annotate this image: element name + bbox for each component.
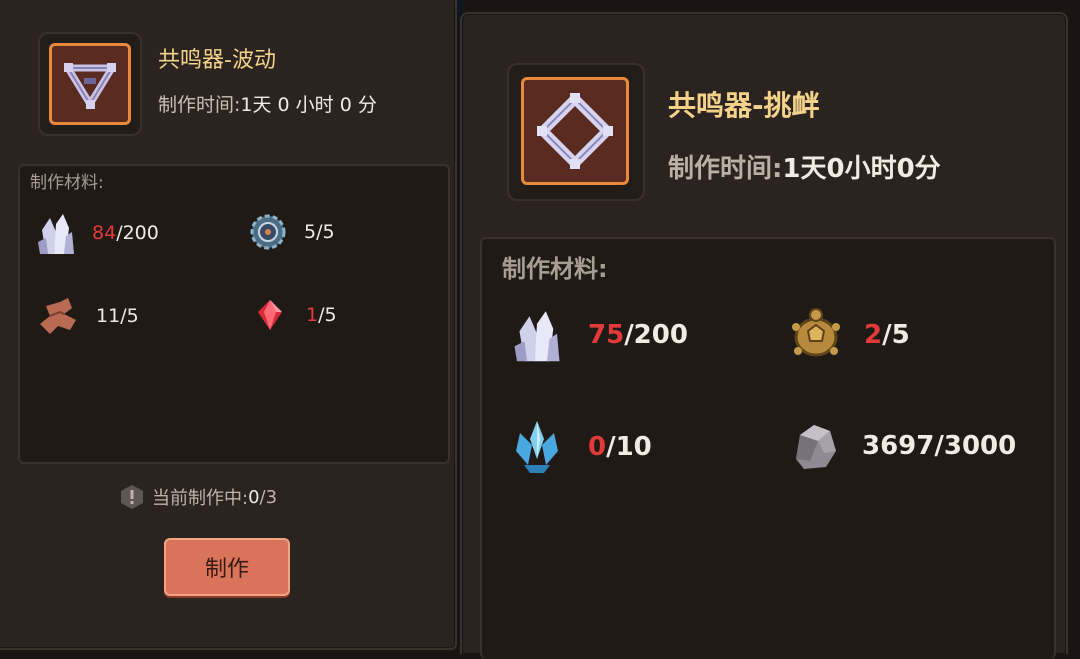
material-slot[interactable]: 0/10 — [510, 419, 652, 475]
gear-core-icon — [250, 214, 286, 250]
material-count: 3697/3000 — [862, 431, 1017, 461]
craft-time-value: 1天 0 小时 0 分 — [240, 94, 377, 116]
stone-ore-icon — [796, 425, 836, 469]
material-count: 5/5 — [304, 221, 335, 243]
material-slot[interactable]: 2/5 — [788, 305, 910, 365]
blue-crystal-icon — [516, 421, 558, 473]
material-slot[interactable]: 75/200 — [512, 305, 688, 365]
craft-time: 制作时间:1天 0 小时 0 分 — [158, 90, 377, 117]
status-current: 0 — [248, 486, 260, 508]
materials-box: 制作材料: 75/200 2/5 0/10 3697/3000 — [480, 237, 1056, 659]
material-slot[interactable]: 1/5 — [256, 298, 337, 332]
info-hexagon-icon — [121, 485, 143, 509]
craft-time: 制作时间:1天0小时0分 — [668, 148, 941, 185]
turtle-shell-icon — [792, 308, 840, 357]
material-count: 2/5 — [864, 320, 910, 350]
item-icon-frame[interactable] — [507, 63, 645, 201]
status-max: /3 — [259, 486, 278, 508]
material-count: 1/5 — [306, 304, 337, 326]
crystal-cluster-icon — [514, 311, 560, 362]
item-icon-frame[interactable] — [38, 32, 142, 136]
material-count: 0/10 — [588, 432, 652, 462]
item-name: 共鸣器-挑衅 — [668, 89, 820, 122]
material-slot[interactable]: 5/5 — [248, 210, 335, 254]
triangle-resonator-icon — [64, 63, 116, 109]
material-slot[interactable]: 3697/3000 — [790, 419, 1016, 473]
red-gem-icon — [258, 300, 282, 330]
left-craft-panel: 共鸣器-波动 制作时间:1天 0 小时 0 分 制作材料: 84/200 5/5 — [0, 0, 457, 650]
right-craft-panel: 共鸣器-挑衅 制作时间:1天0小时0分 制作材料: 75/200 2/5 0/1… — [460, 12, 1068, 659]
materials-box: 制作材料: 84/200 5/5 11/5 1/5 — [18, 164, 450, 464]
diamond-resonator-icon — [537, 93, 613, 169]
item-name: 共鸣器-波动 — [158, 48, 276, 73]
craft-time-label: 制作时间: — [158, 94, 241, 116]
material-count: 75/200 — [588, 320, 688, 350]
materials-title: 制作材料: — [502, 255, 608, 283]
materials-title: 制作材料: — [30, 173, 104, 193]
status-label: 当前制作中: — [152, 488, 249, 509]
craft-time-value: 1天0小时0分 — [782, 154, 941, 184]
craft-time-label: 制作时间: — [668, 154, 783, 184]
material-count: 84/200 — [92, 222, 159, 244]
crafting-status: 当前制作中: 0/3 — [120, 484, 277, 510]
material-count: 11/5 — [96, 305, 139, 327]
craft-button[interactable]: 制作 — [164, 538, 290, 596]
material-slot[interactable]: 11/5 — [36, 294, 139, 338]
leather-scrap-icon — [40, 298, 76, 334]
crystal-cluster-icon — [38, 214, 74, 254]
material-slot[interactable]: 84/200 — [36, 210, 159, 256]
